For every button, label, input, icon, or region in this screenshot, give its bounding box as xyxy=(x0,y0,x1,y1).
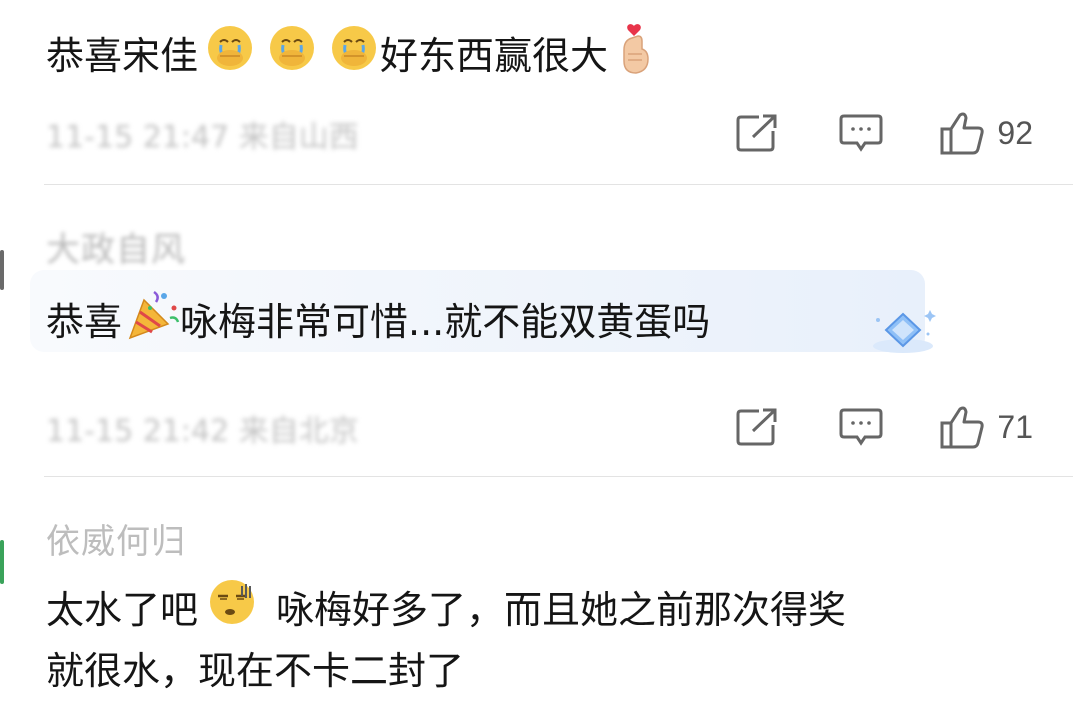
cover-face-emoji xyxy=(328,22,380,90)
comment-icon xyxy=(839,406,883,448)
comment-body: 恭喜宋佳 好东西赢很大 xyxy=(46,20,1013,92)
comment-icon xyxy=(839,112,883,154)
comment-text: 咏梅好多了，而且她之前那次得奖 xyxy=(276,588,847,632)
comment-list: 恭喜宋佳 好东西赢很大 11-15 21:47 来自山西 92 大政自风 恭喜 … xyxy=(0,0,1073,717)
like-button[interactable]: 92 xyxy=(939,111,1033,155)
cover-face-emoji xyxy=(204,22,256,90)
comment-text: 恭喜 xyxy=(46,300,123,344)
comment-button[interactable] xyxy=(839,112,883,154)
thumbs-up-icon xyxy=(939,405,987,449)
left-edge-marker xyxy=(0,540,4,584)
comment-body-line: 就很水，现在不卡二封了 xyxy=(46,649,465,693)
share-button[interactable] xyxy=(735,407,779,447)
comment-meta: 11-15 21:47 来自山西 xyxy=(46,120,359,155)
comment-body: 太水了吧 咏梅好多了，而且她之前那次得奖 xyxy=(46,576,1013,644)
comment-meta: 11-15 21:42 来自北京 xyxy=(46,414,359,449)
finger-heart-emoji xyxy=(614,20,654,92)
comment-actions: 92 xyxy=(679,108,1033,158)
comment-item: 恭喜宋佳 好东西赢很大 11-15 21:47 来自山西 92 xyxy=(0,0,1073,184)
comment-button[interactable] xyxy=(839,406,883,448)
thumbs-up-icon xyxy=(939,111,987,155)
comment-divider xyxy=(44,476,1073,477)
share-icon xyxy=(735,407,779,447)
comment-username[interactable]: 依威何归 xyxy=(46,514,186,563)
cover-face-emoji xyxy=(266,22,318,90)
sweat-emoji xyxy=(206,576,258,644)
like-count: 71 xyxy=(997,408,1033,445)
party-popper-emoji xyxy=(124,286,180,358)
comment-text: 恭喜宋佳 xyxy=(46,34,199,78)
like-count: 92 xyxy=(997,114,1033,151)
share-icon xyxy=(735,113,779,153)
comment-text: 好东西赢很大 xyxy=(380,34,609,78)
comment-divider xyxy=(44,184,1073,185)
comment-text: 咏梅非常可惜...就不能双黄蛋吗 xyxy=(180,300,711,344)
share-button[interactable] xyxy=(735,113,779,153)
like-button[interactable]: 71 xyxy=(939,405,1033,449)
comment-username[interactable]: 大政自风 xyxy=(46,222,186,271)
comment-text: 太水了吧 xyxy=(46,588,199,632)
comment-actions: 71 xyxy=(679,402,1033,452)
comment-body: 恭喜 咏梅非常可惜...就不能双黄蛋吗 xyxy=(46,286,1013,358)
left-edge-marker xyxy=(0,250,4,290)
